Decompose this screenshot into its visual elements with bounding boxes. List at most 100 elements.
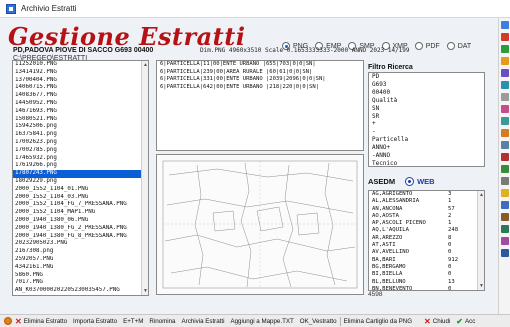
bottom-action-bar: ✕ Elimina Estratto Importa Estratto E+T+…: [0, 314, 510, 327]
province-list[interactable]: AG,AGRIGENTO 3 AL,ALESSANDRIA 1 AN,ANCONA 57 A…: [368, 190, 485, 291]
rinomina-button[interactable]: Rinomina: [146, 318, 178, 325]
file-list-item[interactable]: 14450952.PNG: [13, 100, 148, 108]
scroll-down-icon[interactable]: ▼: [479, 283, 484, 289]
filtro-line: G693: [372, 80, 387, 88]
map-icon[interactable]: [501, 105, 509, 113]
filtro-line: -ANNO: [372, 152, 391, 160]
globe-icon[interactable]: [4, 317, 12, 325]
file-list-item[interactable]: 2000_1940_1380_FG_8_PRESSANA.PNG: [13, 233, 148, 241]
province-count: 0: [448, 242, 452, 249]
province-row[interactable]: BI,BIELLA 0: [369, 271, 484, 278]
province-row[interactable]: BN,BENEVENTO 0: [369, 286, 484, 290]
ok-icon[interactable]: [501, 165, 509, 173]
settings-icon[interactable]: [501, 69, 509, 77]
print-icon[interactable]: [501, 81, 509, 89]
file-list-item[interactable]: 17465932.png: [13, 155, 148, 163]
dimension-info: Dim.PNG 4960x3510 Scale 0.1653333333-200…: [200, 47, 410, 54]
aggiungi-mappe-button[interactable]: Aggiungi a Mappe.TXT: [227, 318, 296, 325]
file-list-item[interactable]: 4342161.PNG: [13, 264, 148, 272]
particella-line: 6|PARTICELLA|239|00|AREA RURALE |60|61|0…: [160, 68, 313, 75]
province-row[interactable]: AG,AGRIGENTO 3: [369, 191, 484, 198]
province-row[interactable]: AN,ANCONA 57: [369, 206, 484, 213]
chiudi-button[interactable]: ✕ Chiudi: [421, 317, 453, 326]
province-row[interactable]: AO,AOSTA 2: [369, 213, 484, 220]
export-icon[interactable]: [501, 129, 509, 137]
province-row[interactable]: AV,AVELLINO 0: [369, 249, 484, 256]
file-list-item[interactable]: 17002623.png: [13, 139, 148, 147]
elimina-cartiglio-button[interactable]: Elimina Cartiglio da PNG: [341, 318, 415, 325]
file-list-item[interactable]: 17807243.PNG: [13, 170, 148, 178]
archive-icon[interactable]: [501, 213, 509, 221]
tools-icon[interactable]: [501, 237, 509, 245]
check-icon[interactable]: [501, 225, 509, 233]
delete-icon[interactable]: [501, 33, 509, 41]
file-list-item[interactable]: 16375841.png: [13, 131, 148, 139]
folder-icon[interactable]: [501, 57, 509, 65]
file-list-item[interactable]: 17619266.png: [13, 162, 148, 170]
file-list-item[interactable]: 2167308.png: [13, 248, 148, 256]
scroll-up-icon[interactable]: ▲: [479, 192, 484, 198]
province-row[interactable]: AP,ASCOLI PICENO 1: [369, 220, 484, 227]
info-icon[interactable]: [501, 93, 509, 101]
file-list-item[interactable]: 2000_1552_1104_MAP1.PNG: [13, 209, 148, 217]
star-icon[interactable]: [501, 189, 509, 197]
close-window-icon[interactable]: [501, 21, 509, 29]
file-list-item[interactable]: 2000_1552_1104_FG_7_PRESSANA.PNG: [13, 201, 148, 209]
web-icon[interactable]: [501, 201, 509, 209]
province-row[interactable]: BL,BELLUNO 13: [369, 279, 484, 286]
file-list-item[interactable]: 20232905023.PNG: [13, 240, 148, 248]
download-icon[interactable]: [501, 249, 509, 257]
file-list-item[interactable]: 13414192.PNG: [13, 69, 148, 77]
province-row[interactable]: AL,ALESSANDRIA 1: [369, 198, 484, 205]
file-list[interactable]: 11252010.PNG 13414192.PNG 13700404.PNG 1406…: [12, 60, 149, 296]
province-name: AO,AOSTA: [372, 212, 399, 219]
etm-button[interactable]: E+T+M: [120, 318, 146, 325]
province-row[interactable]: BA,BARI 912: [369, 257, 484, 264]
province-row[interactable]: AQ,L'AQUILA 248: [369, 227, 484, 234]
asedm-row: ASEDM WEB: [368, 177, 435, 186]
file-list-item[interactable]: 2000_1552_1104_01.PNG: [13, 186, 148, 194]
file-list-item[interactable]: 17002785.png: [13, 147, 148, 155]
province-row[interactable]: BG,BERGAMO 0: [369, 264, 484, 271]
archivia-estratti-button[interactable]: Archivia Estratti: [179, 318, 228, 325]
province-list-scrollbar[interactable]: ▲ ▼: [477, 191, 484, 290]
file-list-item[interactable]: 14671693.PNG: [13, 108, 148, 116]
particella-line: 6|PARTICELLA|11|00|ENTE URBANO |655|703|…: [160, 61, 316, 67]
file-list-item[interactable]: 2592057.PNG: [13, 256, 148, 264]
elimina-estratto-button[interactable]: ✕ Elimina Estratto: [12, 317, 70, 326]
file-list-item[interactable]: 5860.PNG: [13, 272, 148, 280]
file-list-item[interactable]: 2000_1940_1380_06.PNG: [13, 217, 148, 225]
accetta-button[interactable]: ✔ Acc: [453, 317, 478, 326]
filtro-textbox[interactable]: PD G693 00400 Qualità SN SR + - Particella ANNO+ -…: [368, 72, 485, 167]
stop-icon[interactable]: [501, 153, 509, 161]
province-row[interactable]: AT,ASTI 0: [369, 242, 484, 249]
province-count: 0: [448, 271, 452, 278]
scroll-down-icon[interactable]: ▼: [143, 288, 148, 294]
file-list-item[interactable]: 2000_1552_1104_03.PNG: [13, 194, 148, 202]
search-icon[interactable]: [501, 117, 509, 125]
particella-line: 6|PARTICELLA|642|00|ENTE URBANO |218|220…: [160, 83, 319, 90]
help-icon[interactable]: [501, 177, 509, 185]
file-list-item[interactable]: 13700404.PNG: [13, 77, 148, 85]
file-list-item[interactable]: 11252010.PNG: [13, 61, 148, 69]
file-list-item[interactable]: 7017.PNG: [13, 279, 148, 287]
refresh-icon[interactable]: [501, 45, 509, 53]
file-list-item[interactable]: 14083677.PNG: [13, 92, 148, 100]
ok-vestratto-button[interactable]: OK_Vestratto: [297, 318, 340, 325]
web-radio[interactable]: WEB: [405, 177, 435, 186]
web-radio-icon[interactable]: [405, 177, 415, 186]
particelle-textbox[interactable]: 6|PARTICELLA|11|00|ENTE URBANO |655|703|…: [156, 60, 364, 151]
importa-estratto-button[interactable]: Importa Estratto: [70, 318, 120, 325]
province-row[interactable]: AR,AREZZO 8: [369, 235, 484, 242]
file-list-item[interactable]: AN_K0370000202205230035457.PNG: [13, 287, 148, 295]
file-list-item[interactable]: AN_P0780003020220400024534.PNG: [13, 295, 148, 296]
file-list-item[interactable]: 18029229.png: [13, 178, 148, 186]
file-list-item[interactable]: 2000_1940_1380_FG_2_PRESSANA.PNG: [13, 225, 148, 233]
filtro-line: SN: [372, 104, 380, 112]
scroll-up-icon[interactable]: ▲: [143, 62, 148, 68]
file-list-scrollbar[interactable]: ▲ ▼: [141, 61, 148, 295]
save-icon[interactable]: [501, 141, 509, 149]
file-list-item[interactable]: 15942506.png: [13, 123, 148, 131]
file-list-item[interactable]: 14060715.PNG: [13, 84, 148, 92]
file-list-item[interactable]: 15080521.PNG: [13, 116, 148, 124]
